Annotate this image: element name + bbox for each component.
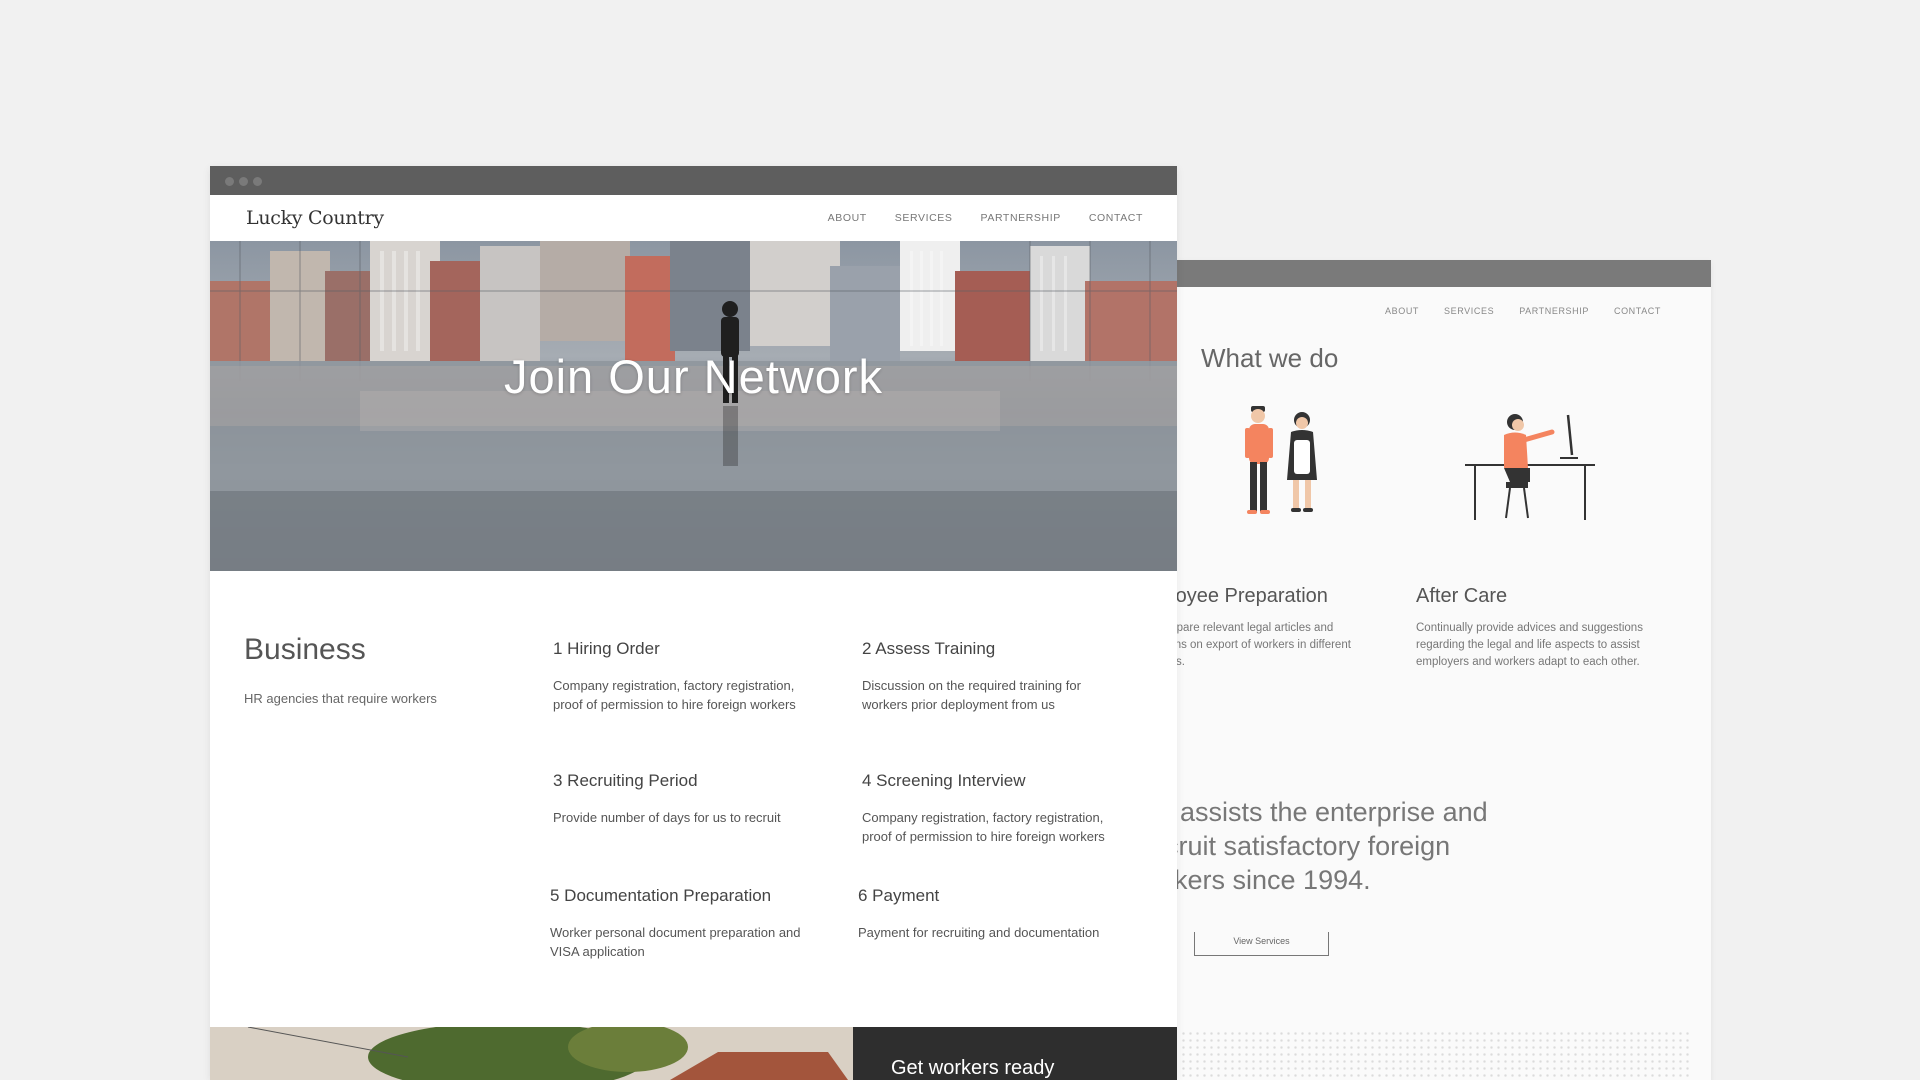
step-hiring-order: 1 Hiring Order Company registration, fac… xyxy=(553,639,843,714)
dotted-world-map xyxy=(1180,1030,1690,1080)
house-photo xyxy=(210,1027,853,1080)
service-title: ployee Preparation xyxy=(1170,585,1328,607)
service-card-employee-preparation: ployee Preparation prepare relevant lega… xyxy=(1170,585,1390,671)
company-tagline: ry assists the enterprise and ecruit sat… xyxy=(1170,797,1488,895)
step-screening-interview: 4 Screening Interview Company registrati… xyxy=(862,771,1152,846)
window-dot-icon[interactable] xyxy=(253,177,262,186)
house-photo-graphic xyxy=(210,1027,853,1080)
workers-illustration xyxy=(1245,406,1317,514)
business-desc: HR agencies that require workers xyxy=(244,691,437,706)
back-window-titlebar xyxy=(1170,260,1711,287)
nav-contact[interactable]: CONTACT xyxy=(1089,212,1143,224)
step-recruiting-period: 3 Recruiting Period Provide number of da… xyxy=(553,771,843,827)
step-title: 2 Assess Training xyxy=(862,639,996,658)
service-desc: prepare relevant legal articles and sion… xyxy=(1170,622,1351,668)
step-desc: Company registration, factory registrati… xyxy=(553,678,796,712)
back-nav-partnership[interactable]: PARTNERSHIP xyxy=(1519,306,1589,316)
cta-panel: Get workers ready xyxy=(853,1027,1177,1080)
step-desc: Payment for recruiting and documentation xyxy=(858,925,1100,940)
service-card-after-care: After Care Continually provide advices a… xyxy=(1416,585,1686,671)
step-assess-training: 2 Assess Training Discussion on the requ… xyxy=(862,639,1152,714)
site-header: Lucky Country ABOUT SERVICES PARTNERSHIP… xyxy=(210,195,1177,241)
nav-about[interactable]: ABOUT xyxy=(828,212,867,224)
front-window-titlebar xyxy=(210,166,1177,195)
step-payment: 6 Payment Payment for recruiting and doc… xyxy=(858,886,1148,942)
service-desc: Continually provide advices and suggesti… xyxy=(1416,622,1643,668)
step-desc: Provide number of days for us to recruit xyxy=(553,810,781,825)
back-nav: ABOUT SERVICES PARTNERSHIP CONTACT xyxy=(1385,306,1661,316)
back-browser-window: ABOUT SERVICES PARTNERSHIP CONTACT What … xyxy=(1170,260,1711,1080)
main-nav: ABOUT SERVICES PARTNERSHIP CONTACT xyxy=(828,212,1143,224)
front-browser-window: Lucky Country ABOUT SERVICES PARTNERSHIP… xyxy=(210,166,1177,1080)
desk-worker-illustration xyxy=(1465,414,1595,520)
step-title: 3 Recruiting Period xyxy=(553,771,698,790)
back-nav-contact[interactable]: CONTACT xyxy=(1614,306,1661,316)
step-desc: Worker personal document preparation and… xyxy=(550,925,801,959)
service-title: After Care xyxy=(1416,585,1508,607)
nav-partnership[interactable]: PARTNERSHIP xyxy=(981,212,1061,224)
step-desc: Company registration, factory registrati… xyxy=(862,810,1105,844)
window-dot-icon[interactable] xyxy=(225,177,234,186)
what-we-do-title: What we do xyxy=(1201,343,1339,373)
step-title: 6 Payment xyxy=(858,886,940,905)
cta-heading: Get workers ready xyxy=(891,1057,1055,1079)
rooftop-city-photo xyxy=(210,241,1177,571)
site-logo[interactable]: Lucky Country xyxy=(246,207,384,229)
hero-banner: Join Our Network xyxy=(210,241,1177,571)
business-title: Business xyxy=(244,633,366,666)
view-services-button[interactable]: View Services xyxy=(1194,932,1329,956)
nav-services[interactable]: SERVICES xyxy=(895,212,953,224)
step-documentation-preparation: 5 Documentation Preparation Worker perso… xyxy=(550,886,840,961)
window-dot-icon[interactable] xyxy=(239,177,248,186)
step-title: 1 Hiring Order xyxy=(553,639,660,658)
back-nav-about[interactable]: ABOUT xyxy=(1385,306,1419,316)
step-title: 4 Screening Interview xyxy=(862,771,1026,790)
step-desc: Discussion on the required training for w… xyxy=(862,678,1081,712)
step-title: 5 Documentation Preparation xyxy=(550,886,772,905)
back-nav-services[interactable]: SERVICES xyxy=(1444,306,1494,316)
hero-title: Join Our Network xyxy=(503,350,884,403)
